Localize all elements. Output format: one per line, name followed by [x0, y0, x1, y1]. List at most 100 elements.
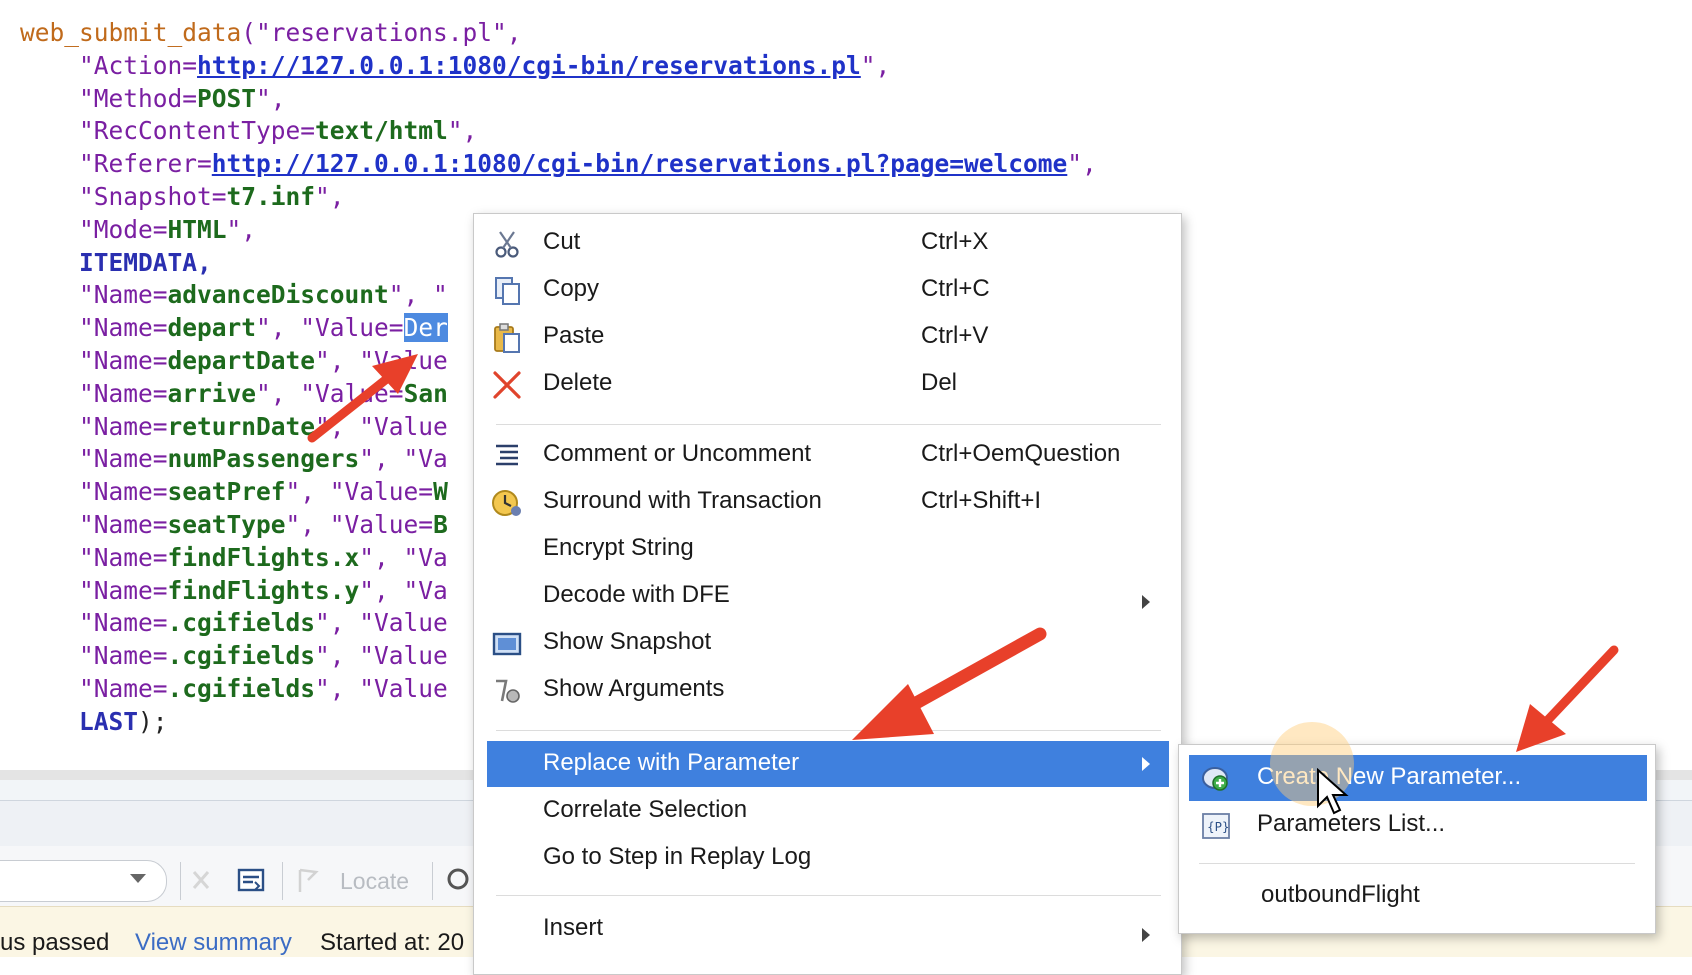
menu-item-insert[interactable]: Insert: [474, 906, 1181, 952]
referer-url-link[interactable]: http://127.0.0.1:1080/cgi-bin/reservatio…: [212, 149, 1068, 178]
code-line: "Action=http://127.0.0.1:1080/cgi-bin/re…: [20, 50, 1097, 83]
menu-item-correlate-selection[interactable]: Correlate Selection: [474, 788, 1181, 834]
code-line: web_submit_data("reservations.pl",: [20, 17, 1097, 50]
value-key: ", "Value: [315, 673, 448, 703]
menu-item-delete[interactable]: Delete Del: [474, 361, 1181, 407]
value-key: ", "Va: [359, 444, 448, 474]
snapshot-window-icon: [492, 632, 522, 656]
menu-item-go-to-step[interactable]: Go to Step in Replay Log: [474, 835, 1181, 881]
menu-item-label: Replace with Parameter: [543, 749, 800, 776]
value-text: B: [433, 509, 448, 539]
toolbar-separator: [432, 862, 433, 900]
string-end: ",: [860, 50, 891, 80]
filter-list-icon[interactable]: [236, 866, 266, 894]
name-key: "Name=: [79, 411, 168, 441]
menu-item-surround-transaction[interactable]: Surround with Transaction Ctrl+Shift+I: [474, 479, 1181, 525]
menu-item-shortcut: Ctrl+X: [921, 228, 989, 255]
mode-value: HTML: [167, 214, 227, 244]
menu-item-replace-with-parameter[interactable]: Replace with Parameter: [487, 741, 1169, 787]
toolbar-separator: [282, 862, 283, 900]
submenu-item-create-new-parameter[interactable]: Create New Parameter...: [1189, 755, 1647, 801]
rct-value: text/html: [315, 116, 448, 146]
value-key: ", "Va: [359, 542, 448, 572]
value-key: ", "Value=: [256, 378, 404, 408]
menu-separator: [496, 730, 1161, 731]
locate-button[interactable]: Locate: [340, 868, 409, 895]
value-key: ", "Value=: [285, 509, 434, 539]
string-end: ",: [226, 214, 257, 244]
name-value: seatType: [167, 509, 286, 539]
menu-item-label: Go to Step in Replay Log: [543, 843, 812, 870]
locate-flag-icon[interactable]: [294, 866, 324, 894]
menu-separator: [496, 424, 1161, 425]
clear-x-icon[interactable]: [186, 866, 216, 894]
chevron-down-icon[interactable]: [130, 874, 146, 883]
search-icon[interactable]: [444, 866, 474, 894]
context-menu: Cut Ctrl+X Copy Ctrl+C Paste Ctrl+V Dele…: [473, 213, 1182, 975]
submenu-item-outbound-flight[interactable]: outboundFlight: [1189, 873, 1647, 919]
snapshot-value: t7.inf: [226, 181, 316, 211]
name-value: numPassengers: [167, 444, 360, 474]
menu-item-show-arguments[interactable]: Show Arguments: [474, 667, 1181, 713]
status-text: us passed: [0, 929, 110, 956]
menu-item-paste[interactable]: Paste Ctrl+V: [474, 314, 1181, 360]
name-key: "Name=: [79, 313, 168, 343]
menu-item-show-snapshot[interactable]: Show Snapshot: [474, 620, 1181, 666]
value-text: W: [433, 477, 448, 507]
view-summary-link[interactable]: View summary: [135, 929, 292, 957]
referer-key: "Referer=: [79, 149, 212, 179]
string-end: ",: [315, 181, 345, 211]
submenu-separator: [1199, 863, 1635, 864]
value-text: San: [403, 378, 448, 408]
menu-item-label: Paste: [543, 322, 605, 349]
value-key: ", "Value: [315, 608, 448, 638]
name-value: findFlights.y: [167, 575, 360, 605]
code-line: "RecContentType=text/html",: [20, 115, 1097, 148]
function-args: ("reservations.pl",: [241, 18, 522, 47]
code-line: "Method=POST",: [20, 83, 1097, 116]
name-key: "Name=: [79, 345, 168, 375]
action-key: "Action=: [79, 50, 198, 80]
string-end: ",: [256, 83, 286, 113]
new-parameter-icon: [1202, 767, 1228, 791]
menu-item-label: Insert: [543, 914, 604, 941]
menu-item-encrypt-string[interactable]: Encrypt String: [474, 526, 1181, 572]
last-keyword: LAST: [79, 706, 139, 736]
name-value: arrive: [167, 378, 257, 408]
menu-item-label: Correlate Selection: [543, 796, 748, 823]
menu-item-comment[interactable]: Comment or Uncomment Ctrl+OemQuestion: [474, 432, 1181, 478]
method-value: POST: [197, 83, 257, 113]
submenu-arrow-icon: [1142, 595, 1150, 609]
replace-parameter-submenu: Create New Parameter... {P} Parameters L…: [1178, 744, 1656, 934]
value-key: ", "Value=: [256, 313, 404, 343]
string-end: ",: [447, 116, 478, 146]
string-end: ",: [1067, 149, 1097, 179]
menu-item-label: Surround with Transaction: [543, 487, 822, 514]
menu-item-cut[interactable]: Cut Ctrl+X: [474, 220, 1181, 266]
name-value: .cgifields: [167, 608, 316, 638]
menu-item-label: Show Snapshot: [543, 628, 712, 655]
submenu-item-parameters-list[interactable]: {P} Parameters List...: [1189, 802, 1647, 848]
menu-item-label: Encrypt String: [543, 534, 694, 561]
name-value: .cgifields: [167, 641, 316, 671]
name-value: .cgifields: [167, 673, 316, 703]
paste-icon: [494, 323, 520, 353]
scissors-icon: [495, 231, 519, 258]
menu-item-decode-dfe[interactable]: Decode with DFE: [474, 573, 1181, 619]
value-key: ", "Value=: [285, 477, 434, 507]
name-key: "Name=: [79, 608, 168, 638]
mouse-cursor-icon: [1317, 768, 1349, 815]
menu-item-shortcut: Ctrl+OemQuestion: [921, 440, 1121, 467]
menu-item-copy[interactable]: Copy Ctrl+C: [474, 267, 1181, 313]
action-url-link[interactable]: http://127.0.0.1:1080/cgi-bin/reservatio…: [197, 51, 861, 80]
selected-text[interactable]: Der: [403, 313, 448, 343]
menu-item-shortcut: Ctrl+V: [921, 322, 989, 349]
name-key: "Name=: [79, 542, 168, 572]
mode-key: "Mode=: [79, 214, 168, 244]
name-key: "Name=: [79, 444, 168, 474]
value-key: ", ": [388, 280, 448, 310]
delete-x-icon: [493, 371, 521, 399]
name-key: "Name=: [79, 477, 168, 507]
transaction-clock-icon: [492, 490, 521, 516]
name-value: advanceDiscount: [167, 280, 389, 310]
